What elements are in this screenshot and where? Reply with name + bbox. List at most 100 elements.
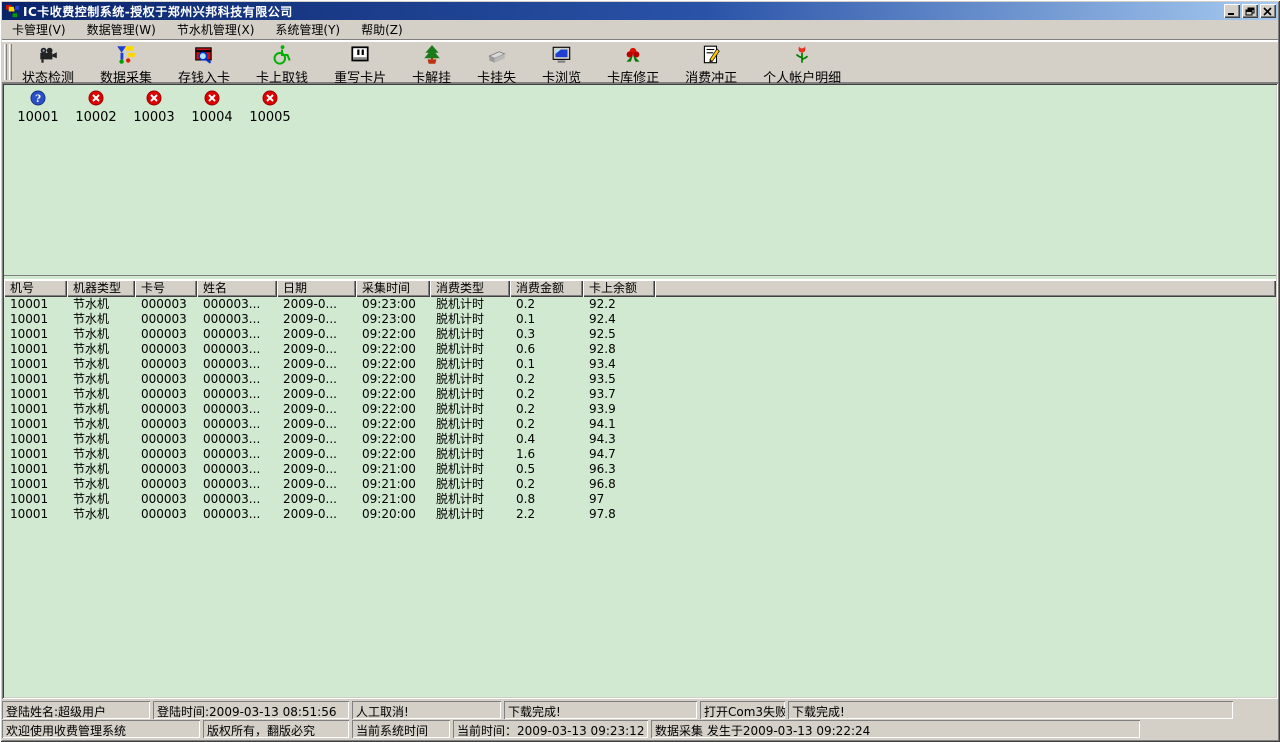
table-cell: 000003... (197, 507, 277, 522)
table-cell: 2009-0... (277, 357, 356, 372)
column-header-2[interactable]: 机器类型 (67, 280, 135, 297)
table-cell: 000003 (135, 372, 197, 387)
error-icon (204, 90, 220, 106)
table-row[interactable]: 10001节水机000003000003...2009-0...09:22:00… (4, 447, 1276, 462)
table-cell: 09:22:00 (356, 372, 430, 387)
close-button[interactable] (1260, 4, 1276, 18)
table-cell: 节水机 (67, 327, 135, 342)
toolbar-button-6[interactable]: 卡解挂 (406, 43, 457, 88)
table-row[interactable]: 10001节水机000003000003...2009-0...09:21:00… (4, 492, 1276, 507)
column-header-3[interactable]: 卡号 (135, 280, 197, 297)
toolbar-button-8[interactable]: 卡浏览 (536, 43, 587, 88)
toolbar-button-4[interactable]: 卡上取钱 (250, 43, 314, 88)
status-bottom-panel-5: 数据采集 发生于2009-03-13 09:22:24 (651, 720, 1140, 738)
device-item-10003[interactable]: 10003 (125, 90, 183, 125)
table-cell: 10001 (4, 477, 67, 492)
title-bar[interactable]: IC卡收费控制系统-授权于郑州兴邦科技有限公司 (2, 2, 1278, 20)
toolbar-button-3[interactable]: 存钱入卡 (172, 43, 236, 88)
tree-icon (421, 44, 443, 66)
table-row[interactable]: 10001节水机000003000003...2009-0...09:22:00… (4, 417, 1276, 432)
column-header-6[interactable]: 采集时间 (356, 280, 430, 297)
column-header-1[interactable]: 机号 (4, 280, 67, 297)
table-row[interactable]: 10001节水机000003000003...2009-0...09:21:00… (4, 477, 1276, 492)
table-row[interactable]: 10001节水机000003000003...2009-0...09:22:00… (4, 432, 1276, 447)
toolbar-gripper[interactable] (4, 44, 12, 80)
table-cell: 000003... (197, 432, 277, 447)
menu-item-1[interactable]: 卡管理(V) (10, 20, 68, 39)
table-cell: 10001 (4, 342, 67, 357)
restore-button[interactable] (1242, 4, 1258, 18)
table-cell: 节水机 (67, 432, 135, 447)
table-cell: 10001 (4, 462, 67, 477)
table-cell: 96.3 (583, 462, 655, 477)
table-cell: 000003... (197, 372, 277, 387)
toolbar-button-2[interactable]: 数据采集 (94, 43, 158, 88)
toolbar-button-1[interactable]: 状态检测 (16, 43, 80, 88)
table-cell: 000003... (197, 492, 277, 507)
table-cell: 000003... (197, 447, 277, 462)
device-item-10002[interactable]: 10002 (67, 90, 125, 125)
column-header-5[interactable]: 日期 (277, 280, 356, 297)
table-cell: 0.2 (510, 387, 583, 402)
table-cell: 000003 (135, 387, 197, 402)
table-cell: 节水机 (67, 357, 135, 372)
status-top-panel-3: 人工取消! (352, 701, 501, 719)
table-cell: 000003 (135, 357, 197, 372)
table-cell: 节水机 (67, 372, 135, 387)
table-cell: 10001 (4, 492, 67, 507)
table-cell: 000003 (135, 402, 197, 417)
document-pen-icon (700, 44, 722, 66)
table-row[interactable]: 10001节水机000003000003...2009-0...09:21:00… (4, 462, 1276, 477)
table-cell: 2.2 (510, 507, 583, 522)
menu-item-5[interactable]: 帮助(Z) (359, 20, 405, 39)
table-row[interactable]: 10001节水机000003000003...2009-0...09:22:00… (4, 327, 1276, 342)
table-cell: 09:20:00 (356, 507, 430, 522)
minimize-button[interactable] (1224, 4, 1240, 18)
table-cell: 2009-0... (277, 447, 356, 462)
table-cell: 09:22:00 (356, 432, 430, 447)
error-icon (146, 90, 162, 106)
table-cell: 94.1 (583, 417, 655, 432)
table-cell: 93.4 (583, 357, 655, 372)
table-cell: 000003... (197, 462, 277, 477)
table-cell: 10001 (4, 372, 67, 387)
device-label: 10004 (191, 110, 232, 125)
table-row[interactable]: 10001节水机000003000003...2009-0...09:20:00… (4, 507, 1276, 522)
toolbar-button-5[interactable]: 重写卡片 (328, 43, 392, 88)
column-header-8[interactable]: 消费金额 (510, 280, 583, 297)
table-row[interactable]: 10001节水机000003000003...2009-0...09:22:00… (4, 402, 1276, 417)
table-cell: 节水机 (67, 477, 135, 492)
menu-item-4[interactable]: 系统管理(Y) (273, 20, 342, 39)
table-cell: 000003... (197, 357, 277, 372)
table-row[interactable]: 10001节水机000003000003...2009-0...09:22:00… (4, 342, 1276, 357)
table-cell: 000003 (135, 447, 197, 462)
menu-item-2[interactable]: 数据管理(W) (85, 20, 158, 39)
table-cell: 000003 (135, 432, 197, 447)
error-icon (88, 90, 104, 106)
table-row[interactable]: 10001节水机000003000003...2009-0...09:22:00… (4, 387, 1276, 402)
status-top-panel-4: 下载完成! (504, 701, 697, 719)
table-row[interactable]: 10001节水机000003000003...2009-0...09:22:00… (4, 372, 1276, 387)
menu-item-3[interactable]: 节水机管理(X) (175, 20, 257, 39)
table-cell: 94.3 (583, 432, 655, 447)
column-header-9[interactable]: 卡上余额 (583, 280, 655, 297)
column-header-7[interactable]: 消费类型 (430, 280, 510, 297)
device-item-10004[interactable]: 10004 (183, 90, 241, 125)
table-cell: 节水机 (67, 342, 135, 357)
table-row[interactable]: 10001节水机000003000003...2009-0...09:22:00… (4, 357, 1276, 372)
toolbar-button-7[interactable]: 卡挂失 (471, 43, 522, 88)
device-item-10005[interactable]: 10005 (241, 90, 299, 125)
table-row[interactable]: 10001节水机000003000003...2009-0...09:23:00… (4, 297, 1276, 312)
device-label: 10005 (249, 110, 290, 125)
device-item-10001[interactable]: ?10001 (9, 90, 67, 125)
column-header-4[interactable]: 姓名 (197, 280, 277, 297)
table-cell: 94.7 (583, 447, 655, 462)
table-cell-filler (655, 417, 1276, 432)
table-cell: 09:22:00 (356, 327, 430, 342)
table-row[interactable]: 10001节水机000003000003...2009-0...09:23:00… (4, 312, 1276, 327)
toolbar-button-10[interactable]: 消费冲正 (679, 43, 743, 88)
status-bar-bottom: 欢迎使用收费管理系统版权所有，翻版必究当前系统时间当前时间：2009-03-13… (2, 720, 1278, 738)
toolbar-button-11[interactable]: 个人帐户明细 (757, 43, 847, 88)
toolbar-button-9[interactable]: 卡库修正 (601, 43, 665, 88)
table-cell: 000003... (197, 297, 277, 312)
